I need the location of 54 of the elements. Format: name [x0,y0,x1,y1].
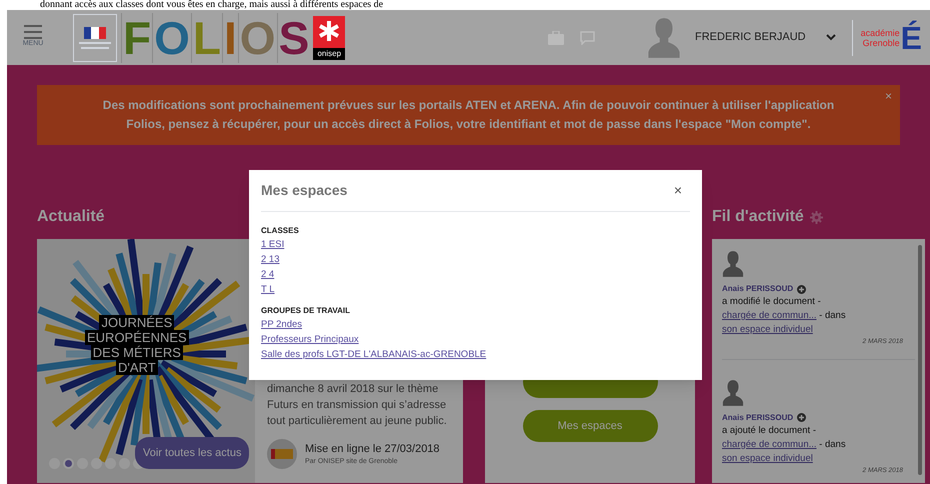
scrollbar-thumb[interactable] [918,245,922,475]
avatar-icon [647,16,681,60]
see-all-news-button[interactable]: Voir toutes les actus [135,436,250,469]
modal-title: Mes espaces [261,181,348,200]
activity-text: a modifié le document - chargée de commun... - dans son espace individuel [722,295,847,337]
section-title: Fil d'activité [712,207,804,227]
section-title: Actualité [37,207,106,227]
source-logo [267,439,297,469]
avatar-icon [722,249,744,279]
space-link[interactable]: Salle des profs LGT-DE L'ALBANAIS-ac-GRENOBLE [261,347,486,362]
space-link[interactable]: son espace individuel [722,324,813,335]
space-link[interactable]: 1 ESI [261,237,284,252]
image-caption: JOURNÉES [99,315,174,330]
logo-letter: F [121,12,152,62]
section-heading: CLASSES [261,225,299,237]
my-spaces-button[interactable]: Mes espaces [522,410,658,442]
partner-logo: onisep [313,16,346,60]
user-name[interactable]: Anais PERISSOUD [722,283,794,295]
image-caption: DES MÉTIERS [90,345,183,360]
document-link[interactable]: chargée de commun... [722,438,817,450]
space-link[interactable]: PP 2ndes [261,317,302,332]
space-link[interactable]: Professeurs Principaux [261,332,359,347]
space-link[interactable]: 2 13 [261,252,280,267]
space-link[interactable]: 2 4 [261,267,274,282]
space-link[interactable]: T L [261,282,275,297]
section-heading: GROUPES DE TRAVAIL [261,305,350,317]
publish-date: Mise en ligne le 27/03/2018 [305,442,440,456]
image-caption: EUROPÉENNES [85,330,189,345]
menu-icon [24,25,42,40]
user-name[interactable]: FREDERIC BERJAUD [695,29,806,46]
plus-circle-icon[interactable] [797,284,806,294]
chevron-down-icon[interactable] [826,34,836,41]
close-button[interactable]: × [884,87,892,105]
news-text: dimanche 8 avril 2018 sur le thème Futurs en transmission qui s’adresse tout particulièrement au jeune public. [267,382,448,429]
settings-icon[interactable] [810,210,823,224]
asterisk-icon [318,20,340,42]
document-link[interactable]: chargée de commun... [722,310,817,321]
user-name[interactable]: Anais PERISSOUD [722,412,794,424]
space-link[interactable]: son espace individuel [722,452,813,464]
logo-letter: S [276,12,310,62]
logo-letter: L [190,12,222,62]
close-button[interactable]: × [674,180,682,201]
plus-circle-icon[interactable] [797,413,806,422]
logo-letter: I [222,12,238,62]
image-caption: D'ART [116,360,158,375]
briefcase-icon[interactable] [548,30,564,44]
activity-text: a ajouté le document - chargée de commun... - dans son espace individuel [722,424,847,466]
government-logo [73,14,117,62]
chat-icon[interactable] [580,30,595,44]
document-text: donnant accès aux classes dont vous êtes en charge, mais aussi à différents espaces de [39,0,384,10]
logo-letter: O [238,12,277,62]
notice-text: Des modifications sont prochainement prévues sur les portails ATEN et ARENA. Afin de pouvoir continuer à utiliser l'application Folios, pensez à récupérer, pour un accès direct à Folios, votre identifiant et mot de passe dans l'espace "Mon compte". [102,97,836,133]
logo-letter: O [152,12,191,62]
avatar-icon [722,378,744,408]
